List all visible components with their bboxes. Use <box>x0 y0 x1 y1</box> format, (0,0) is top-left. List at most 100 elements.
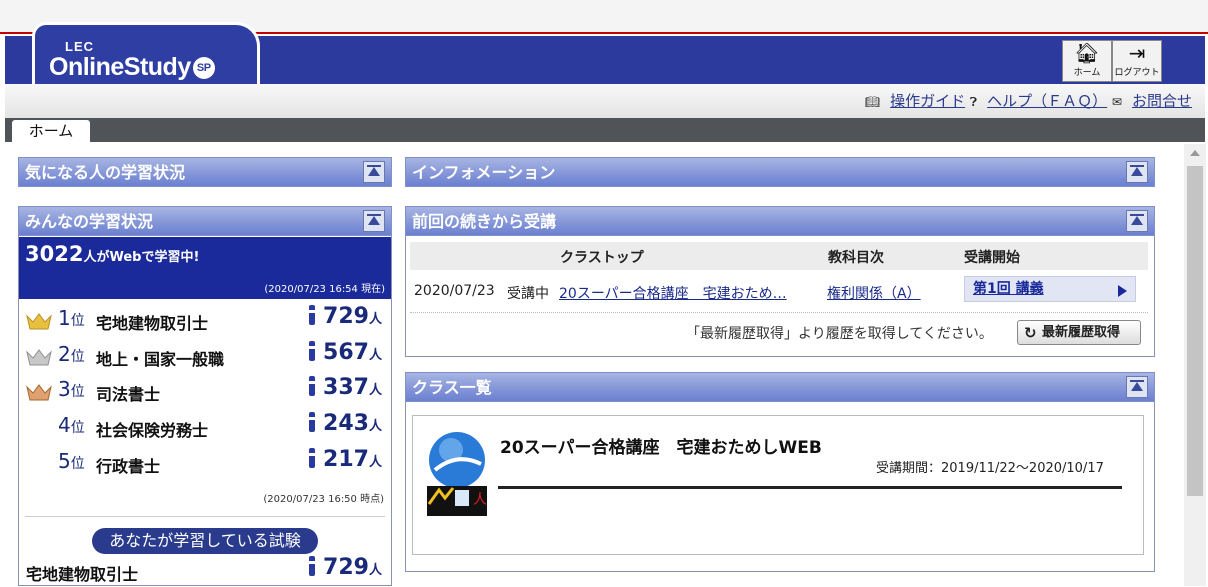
bronze-crown-icon <box>26 384 52 401</box>
resume-status: 受講中 <box>507 286 549 302</box>
rank-count-unit: 人 <box>368 348 382 363</box>
logout-icon: ⇥ <box>1128 41 1146 65</box>
person-icon <box>309 556 316 576</box>
rank-number: 3 <box>58 377 71 401</box>
ranking-row[interactable]: 2位 地上・国家一般職 567人 <box>26 340 386 372</box>
rank-count-number: 243 <box>323 411 369 436</box>
home-button[interactable]: 🏠︎ ホーム <box>1062 40 1112 82</box>
rank-position: 3位 <box>58 377 85 401</box>
live-count-timestamp: (2020/07/23 16:54 現在) <box>264 284 385 295</box>
class-title[interactable]: 20スーパー合格講座 宅建おためしWEB <box>500 433 822 458</box>
collapse-icon[interactable] <box>363 161 385 183</box>
divider <box>25 516 385 517</box>
rank-count: 729人 <box>309 304 382 329</box>
rank-count: 567人 <box>309 340 382 365</box>
rank-position: 2位 <box>58 342 85 366</box>
rank-suffix: 位 <box>70 313 85 329</box>
live-count-banner: 3022人がWebで学習中! (2020/07/23 16:54 現在) <box>19 237 391 299</box>
tab-home[interactable]: ホーム <box>12 120 90 144</box>
start-lecture-button[interactable]: 第1回 講義 <box>964 276 1136 302</box>
rank-count: 337人 <box>309 375 382 400</box>
resume-panel-header: 前回の続きから受講 <box>405 206 1155 236</box>
refresh-history-button[interactable]: ↻ 最新履歴取得 <box>1017 320 1141 345</box>
rank-number: 2 <box>58 342 71 366</box>
class-period: 受講期間：2019/11/22～2020/10/17 <box>876 461 1104 476</box>
collapse-icon[interactable] <box>1126 376 1148 398</box>
subject-link[interactable]: 権利関係（A） <box>827 283 921 303</box>
rank-count-unit: 人 <box>368 383 382 398</box>
tab-bar <box>5 118 1205 142</box>
home-icon: 🏠︎ <box>1074 41 1100 65</box>
contact-link[interactable]: お問合せ <box>1132 92 1192 110</box>
rank-count-unit: 人 <box>368 312 382 327</box>
rank-suffix: 位 <box>70 456 85 472</box>
ranking-row[interactable]: 5位 行政書士 217人 <box>26 447 386 479</box>
ranking-row[interactable]: 4位 社会保険労務士 243人 <box>26 411 386 443</box>
rank-number: 5 <box>58 449 71 473</box>
rank-count-number: 337 <box>323 375 369 400</box>
history-message: 「最新履歴取得」より履歴を取得してください。 <box>686 326 993 342</box>
logo-main-text: OnlineStudy <box>49 53 191 81</box>
person-icon <box>309 448 316 468</box>
person-icon <box>309 412 316 432</box>
live-count-number: 3022 <box>25 242 84 266</box>
column-subject-index: 教科目次 <box>828 250 884 266</box>
refresh-icon: ↻ <box>1024 324 1037 342</box>
rank-count: 217人 <box>309 447 382 472</box>
your-exam-name: 宅地建物取引士 <box>26 565 139 584</box>
your-exam-count-unit: 人 <box>368 563 382 578</box>
person-icon <box>309 376 316 396</box>
classlist-panel-title: クラス一覧 <box>412 378 492 397</box>
resume-date: 2020/07/23 <box>414 283 495 299</box>
rank-exam-name: 司法書士 <box>96 385 161 404</box>
rank-position: 5位 <box>58 449 85 473</box>
web-course-icon: 人 <box>427 432 487 516</box>
scroll-thumb[interactable] <box>1187 166 1203 496</box>
resume-panel-title: 前回の続きから受講 <box>412 212 557 231</box>
watched-panel-title: 気になる人の学習状況 <box>25 163 186 182</box>
class-top-link[interactable]: 20スーパー合格講座 宅建おため… <box>559 283 787 303</box>
rank-count: 243人 <box>309 411 382 436</box>
silver-crown-icon <box>26 349 52 366</box>
your-exam-count: 729人 <box>309 555 382 580</box>
live-count-suffix: 人がWebで学習中! <box>83 250 200 265</box>
info-panel-title: インフォメーション <box>412 163 556 182</box>
site-logo[interactable]: LEC OnlineStudy SP <box>32 22 260 84</box>
book-icon: 📖︎ <box>864 95 881 109</box>
your-exam-count-number: 729 <box>323 555 369 580</box>
rank-exam-name: 地上・国家一般職 <box>96 350 225 369</box>
scroll-up-icon[interactable] <box>1190 150 1200 156</box>
logout-button[interactable]: ⇥ ログアウト <box>1112 40 1162 82</box>
guide-link[interactable]: 操作ガイド <box>890 92 965 110</box>
classlist-panel-header: クラス一覧 <box>405 372 1155 402</box>
rank-count-number: 217 <box>323 447 369 472</box>
your-exam-row[interactable]: 宅地建物取引士 729人 <box>26 555 386 587</box>
rank-count-unit: 人 <box>368 419 382 434</box>
svg-text:人: 人 <box>473 492 487 508</box>
rank-position: 1位 <box>58 306 85 330</box>
rank-exam-name: 社会保険労務士 <box>96 421 209 440</box>
column-class-top: クラストップ <box>560 250 644 266</box>
collapse-icon[interactable] <box>363 210 385 232</box>
mail-icon: ✉︎ <box>1111 95 1122 109</box>
everyone-panel-header: みんなの学習状況 <box>18 206 392 236</box>
collapse-icon[interactable] <box>1126 161 1148 183</box>
rank-exam-name: 行政書士 <box>96 457 161 476</box>
vertical-scrollbar[interactable] <box>1184 144 1206 586</box>
watched-panel-header: 気になる人の学習状況 <box>18 157 392 187</box>
gold-crown-icon <box>26 313 52 330</box>
rank-number: 1 <box>58 306 71 330</box>
logo-sp-badge: SP <box>192 57 215 80</box>
logo-main: OnlineStudy SP <box>49 53 215 82</box>
person-icon <box>309 341 316 361</box>
help-link[interactable]: ヘルプ（ＦＡＱ） <box>987 92 1107 110</box>
collapse-icon[interactable] <box>1126 210 1148 232</box>
rank-count-number: 729 <box>323 304 369 329</box>
rank-count-number: 567 <box>323 340 369 365</box>
your-exam-pill: あなたが学習している試験 <box>92 528 318 554</box>
play-arrow-icon <box>1118 285 1127 297</box>
divider <box>410 312 1148 313</box>
ranking-row[interactable]: 3位 司法書士 337人 <box>26 375 386 407</box>
rank-suffix: 位 <box>70 420 85 436</box>
ranking-row[interactable]: 1位 宅地建物取引士 729人 <box>26 304 386 336</box>
